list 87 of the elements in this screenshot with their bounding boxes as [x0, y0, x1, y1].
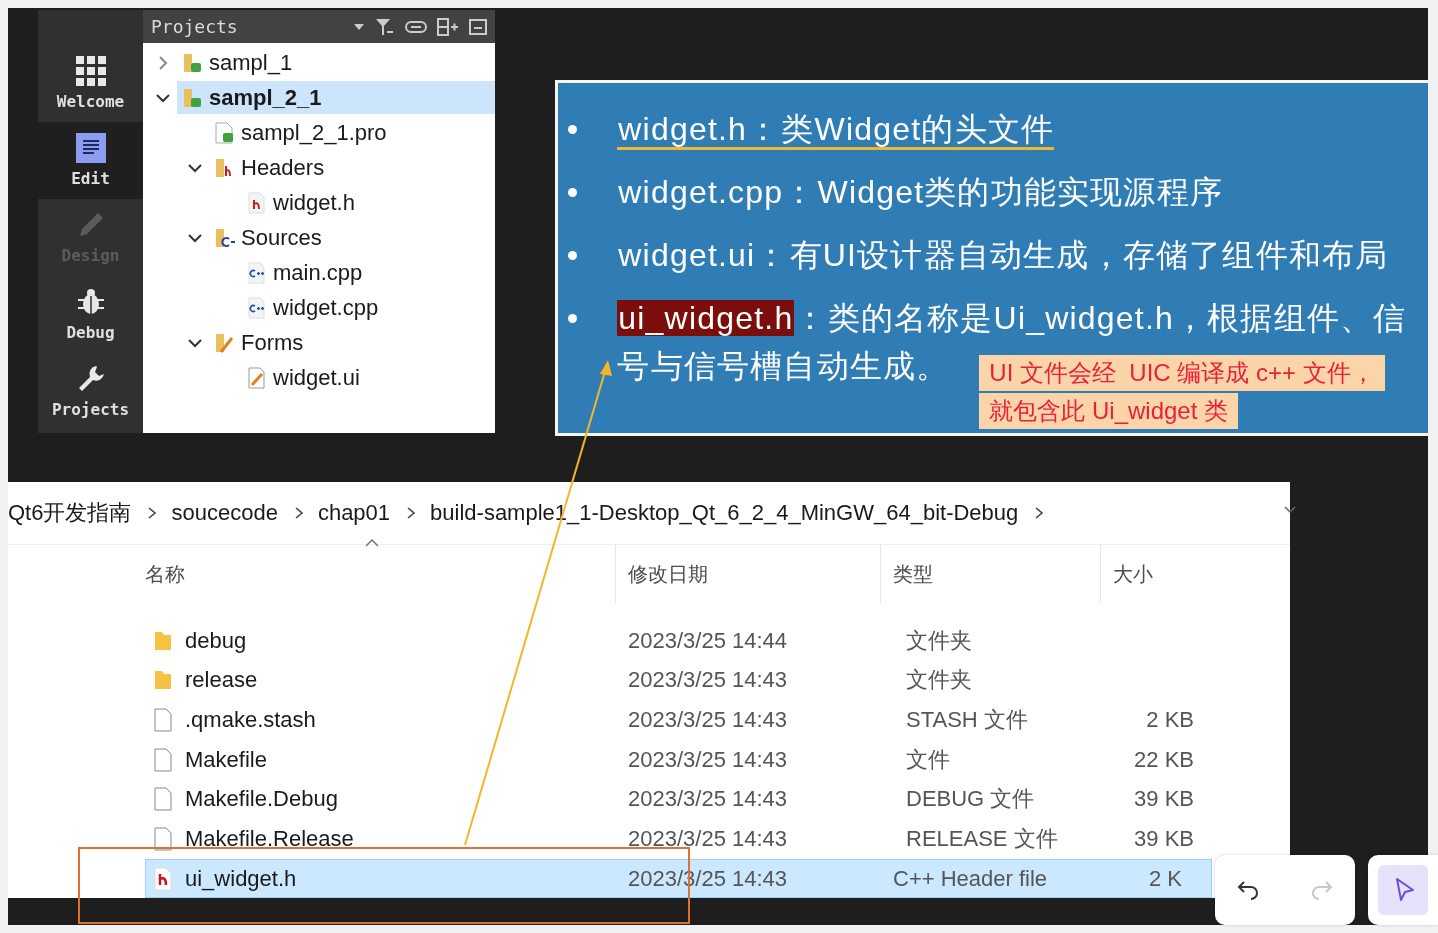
pointer-tool-button[interactable]	[1378, 865, 1428, 915]
header-file-icon	[153, 866, 173, 891]
bullet-icon	[568, 251, 578, 260]
breadcrumb-item[interactable]: soucecode	[171, 500, 278, 526]
bullet-text: widget.cpp：Widget类的功能实现源程序	[617, 173, 1225, 212]
breadcrumb-item[interactable]: chap01	[317, 500, 391, 526]
type-cell-text: DEBUG 文件	[906, 785, 1035, 814]
type-cell-text: 文件	[906, 745, 950, 774]
date-cell: 2023/3/25 14:43	[628, 825, 788, 852]
tree-item[interactable]: Forms	[209, 326, 496, 359]
file-icon	[153, 787, 173, 812]
file-name[interactable]: Makefile.Debug	[185, 786, 338, 813]
bullet-icon	[568, 125, 578, 134]
form-file-icon	[245, 366, 267, 389]
filter-icon[interactable]	[375, 17, 396, 36]
tree-item[interactable]: Headers	[209, 151, 496, 184]
size-cell: 22 KB	[1134, 746, 1194, 773]
size-cell: 2 K	[1148, 865, 1182, 892]
type-cell-text: RELEASE 文件	[906, 824, 1058, 853]
tree-item[interactable]: sampl_2_1	[177, 81, 496, 114]
file-icon	[153, 747, 173, 772]
bug-icon	[75, 287, 106, 317]
chevron-right-icon[interactable]	[406, 506, 417, 520]
size-cell: 39 KB	[1134, 786, 1194, 813]
bullet-text: widget.ui：有UI设计器自动生成，存储了组件和布局	[617, 236, 1390, 275]
column-header[interactable]: 修改日期	[628, 560, 708, 588]
column-header[interactable]: 名称	[145, 560, 185, 588]
file-icon	[153, 708, 173, 732]
breadcrumb-item[interactable]: Qt6开发指南	[8, 498, 132, 528]
bullet-icon	[568, 188, 578, 197]
column-header[interactable]: 大小	[1113, 560, 1153, 588]
link-icon[interactable]	[405, 19, 428, 34]
panel-title: Projects	[151, 16, 239, 37]
size-cell: 2 KB	[1146, 707, 1194, 733]
tree-item[interactable]: sampl_1	[177, 46, 496, 79]
header-file-icon	[245, 191, 267, 214]
file-name[interactable]: Makefile	[185, 746, 267, 773]
project-file-icon	[213, 121, 235, 144]
cpp-file-icon	[245, 261, 267, 284]
tree-item[interactable]: Sources	[209, 221, 496, 254]
file-name[interactable]: ui_widget.h	[185, 865, 297, 892]
file-icon	[153, 826, 173, 851]
chevron-right-icon[interactable]	[1034, 506, 1045, 520]
bullet-text: widget.h：类Widget的头文件	[617, 105, 1410, 153]
file-name[interactable]: debug	[185, 627, 247, 654]
size-cell: 39 KB	[1134, 825, 1194, 852]
tree-item[interactable]: main.cpp	[241, 256, 496, 289]
note-text: 就包含此 Ui_widget 类	[979, 393, 1239, 429]
sort-caret-icon[interactable]	[365, 539, 379, 547]
tree-item[interactable]: sampl_2_1.pro	[209, 116, 496, 149]
type-cell-text: STASH 文件	[906, 706, 1028, 734]
folder-icon	[213, 226, 235, 249]
date-cell: 2023/3/25 14:43	[628, 786, 788, 813]
date-cell: 2023/3/25 14:44	[628, 627, 788, 654]
folder-icon	[213, 331, 235, 354]
folder-icon	[153, 669, 173, 692]
mode-button[interactable]: Welcome	[38, 45, 143, 122]
file-name[interactable]: .qmake.stash	[185, 707, 316, 733]
date-cell: 2023/3/25 14:43	[628, 746, 788, 773]
file-name[interactable]: Makefile.Release	[185, 825, 354, 852]
dropdown-icon[interactable]	[353, 22, 366, 31]
cpp-file-icon	[245, 296, 267, 319]
type-cell-text: 文件夹	[906, 666, 972, 695]
bullet-icon	[568, 314, 578, 323]
mode-button[interactable]: Edit	[38, 122, 143, 199]
project-folder-icon	[181, 51, 203, 74]
type-cell: C++ Header file	[893, 865, 1048, 892]
tree-item[interactable]: widget.h	[241, 186, 496, 219]
date-cell: 2023/3/25 14:43	[628, 667, 788, 694]
chevron-right-icon[interactable]	[147, 506, 158, 520]
chevron-right-icon[interactable]	[293, 506, 304, 520]
column-header[interactable]: 类型	[893, 560, 933, 588]
tree-item[interactable]: widget.cpp	[241, 291, 496, 324]
close-panel-icon[interactable]	[469, 18, 488, 35]
split-icon[interactable]	[437, 17, 460, 36]
type-cell-text: 文件夹	[906, 626, 972, 655]
tree-item[interactable]: widget.ui	[241, 361, 496, 394]
document-icon	[75, 133, 106, 163]
mode-button[interactable]: Debug	[38, 276, 143, 353]
chevron-down-icon[interactable]	[1284, 506, 1296, 514]
note-text: UI 文件会经 UIC 编译成 c++ 文件，	[979, 355, 1385, 391]
grid-icon	[75, 56, 106, 86]
folder-icon	[153, 629, 173, 652]
mode-button[interactable]: Projects	[38, 353, 143, 430]
date-cell: 2023/3/25 14:43	[628, 707, 788, 733]
file-name[interactable]: release	[185, 667, 258, 694]
project-folder-icon	[181, 86, 203, 109]
